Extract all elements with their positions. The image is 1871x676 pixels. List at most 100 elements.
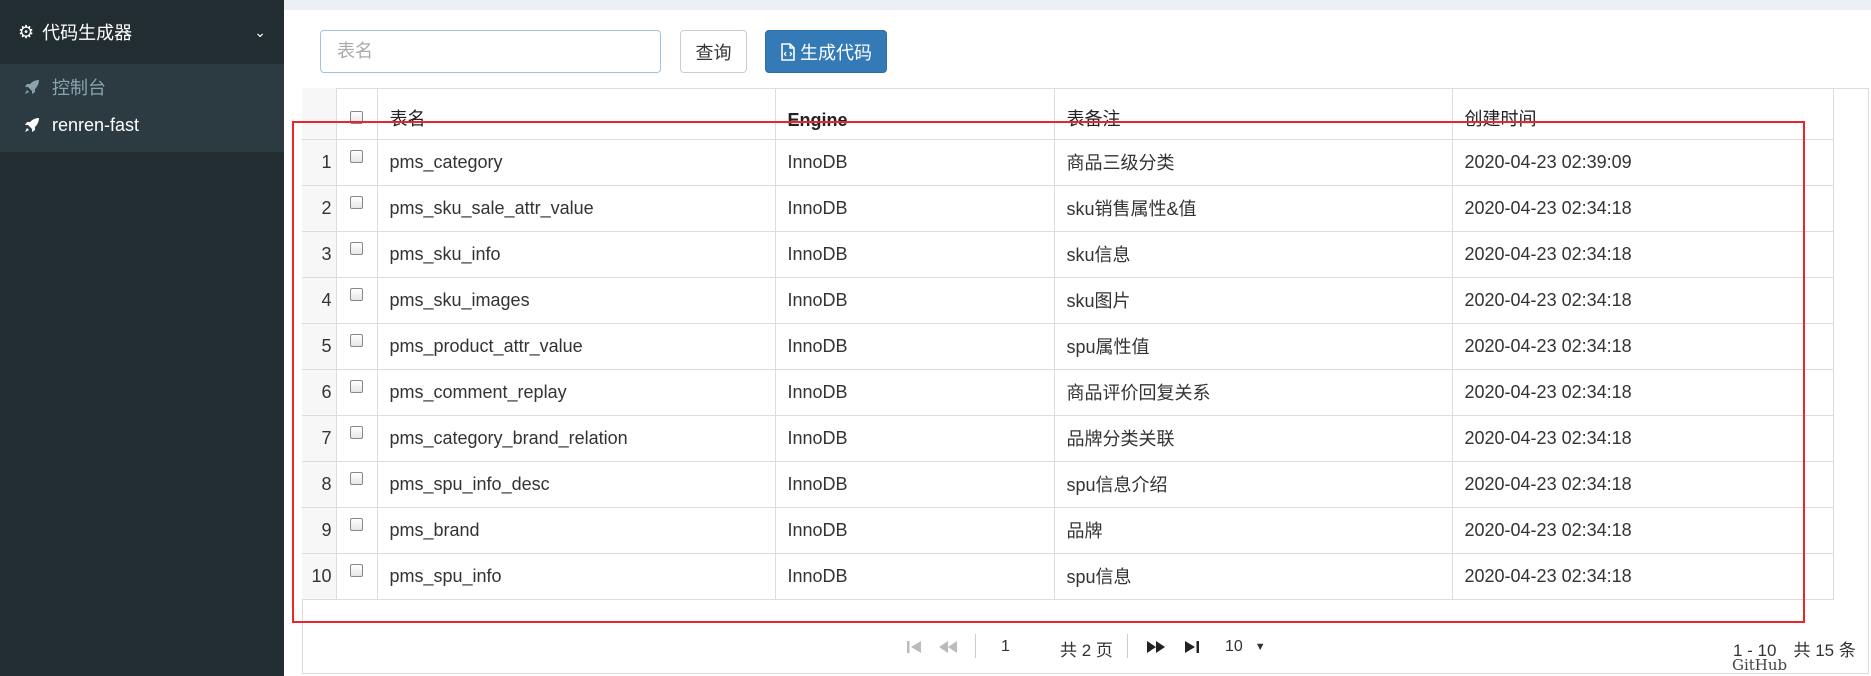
next-page-icon[interactable]: [1145, 636, 1167, 658]
table-row[interactable]: 8 pms_spu_info_desc InnoDB spu信息介绍 2020-…: [302, 461, 1834, 508]
select-all-checkbox[interactable]: [350, 110, 363, 124]
table-row[interactable]: 7 pms_category_brand_relation InnoDB 品牌分…: [302, 415, 1834, 462]
cell-table-name: pms_sku_images: [377, 277, 776, 324]
cell-comment: 品牌: [1054, 507, 1453, 554]
row-number: 8: [302, 461, 337, 508]
cell-comment: 品牌分类关联: [1054, 415, 1453, 462]
tables-grid: 表名 Engine 表备注 创建时间 1 pms_category InnoDB…: [302, 88, 1834, 600]
table-name-search-input[interactable]: [320, 30, 661, 73]
table-row[interactable]: 2 pms_sku_sale_attr_value InnoDB sku销售属性…: [302, 185, 1834, 232]
cell-created: 2020-04-23 02:34:18: [1452, 369, 1834, 416]
cell-table-name: pms_category_brand_relation: [377, 415, 776, 462]
table-row[interactable]: 3 pms_sku_info InnoDB sku信息 2020-04-23 0…: [302, 231, 1834, 278]
row-checkbox[interactable]: [350, 563, 363, 577]
row-checkbox[interactable]: [350, 287, 363, 301]
cell-created: 2020-04-23 02:34:18: [1452, 323, 1834, 370]
cell-engine: InnoDB: [775, 369, 1055, 416]
column-header-created[interactable]: 创建时间: [1452, 88, 1834, 140]
column-header-engine[interactable]: Engine: [775, 88, 1055, 140]
column-header-comment[interactable]: 表备注: [1054, 88, 1453, 140]
file-code-icon: [781, 42, 795, 61]
caret-down-icon: ▼: [1254, 641, 1266, 653]
cell-created: 2020-04-23 02:34:18: [1452, 461, 1834, 508]
row-number: 6: [302, 369, 337, 416]
row-checkbox[interactable]: [350, 471, 363, 485]
query-button-label: 查询: [695, 42, 732, 63]
cell-created: 2020-04-23 02:34:18: [1452, 507, 1834, 554]
generate-code-label: 生成代码: [800, 42, 872, 63]
watermark-text: GitHub NiceSeason: [1732, 656, 1822, 676]
query-button[interactable]: 查询: [680, 30, 747, 73]
chevron-down-icon[interactable]: ⌄: [254, 24, 266, 41]
page-number-input[interactable]: [993, 633, 1053, 661]
cell-engine: InnoDB: [775, 185, 1055, 232]
cell-engine: InnoDB: [775, 323, 1055, 370]
cell-comment: spu信息: [1054, 553, 1453, 600]
row-number: 2: [302, 185, 337, 232]
row-checkbox[interactable]: [350, 333, 363, 347]
sidebar-menu-code-generator[interactable]: ⚙ 代码生成器 ⌄: [0, 0, 284, 64]
row-number-header: [302, 88, 337, 140]
table-row[interactable]: 5 pms_product_attr_value InnoDB spu属性值 2…: [302, 323, 1834, 370]
row-number: 3: [302, 231, 337, 278]
cell-table-name: pms_spu_info_desc: [377, 461, 776, 508]
cell-engine: InnoDB: [775, 415, 1055, 462]
total-pages-label: 共 2 页: [1060, 641, 1113, 660]
row-number: 7: [302, 415, 337, 462]
column-header-table-name[interactable]: 表名: [377, 88, 776, 140]
cell-created: 2020-04-23 02:34:18: [1452, 553, 1834, 600]
cell-comment: 商品三级分类: [1054, 139, 1453, 186]
cell-engine: InnoDB: [775, 553, 1055, 600]
rocket-icon: [25, 80, 39, 94]
cell-table-name: pms_spu_info: [377, 553, 776, 600]
cell-table-name: pms_sku_sale_attr_value: [377, 185, 776, 232]
cell-created: 2020-04-23 02:39:09: [1452, 139, 1834, 186]
sidebar-item-label: renren-fast: [52, 114, 140, 135]
table-row[interactable]: 10 pms_spu_info InnoDB spu信息 2020-04-23 …: [302, 553, 1834, 600]
pager-separator: [1127, 634, 1128, 658]
cell-created: 2020-04-23 02:34:18: [1452, 415, 1834, 462]
row-checkbox[interactable]: [350, 241, 363, 255]
table-row[interactable]: 6 pms_comment_replay InnoDB 商品评价回复关系 202…: [302, 369, 1834, 416]
row-checkbox[interactable]: [350, 425, 363, 439]
last-page-icon[interactable]: [1181, 636, 1203, 658]
row-checkbox[interactable]: [350, 379, 363, 393]
cell-comment: 商品评价回复关系: [1054, 369, 1453, 416]
cell-engine: InnoDB: [775, 231, 1055, 278]
generate-code-button[interactable]: 生成代码: [765, 30, 887, 73]
row-checkbox[interactable]: [350, 149, 363, 163]
row-checkbox[interactable]: [350, 195, 363, 209]
cell-table-name: pms_brand: [377, 507, 776, 554]
sidebar: ⚙ 代码生成器 ⌄ 控制台 renren-fast: [0, 0, 284, 676]
first-page-icon[interactable]: [903, 636, 925, 658]
sidebar-item-console[interactable]: 控制台: [0, 68, 284, 106]
cell-table-name: pms_product_attr_value: [377, 323, 776, 370]
cell-comment: sku销售属性&值: [1054, 185, 1453, 232]
table-row[interactable]: 4 pms_sku_images InnoDB sku图片 2020-04-23…: [302, 277, 1834, 324]
sidebar-item-renren-fast[interactable]: renren-fast: [0, 106, 284, 144]
row-number: 5: [302, 323, 337, 370]
cell-comment: sku信息: [1054, 231, 1453, 278]
cell-comment: spu信息介绍: [1054, 461, 1453, 508]
previous-page-icon[interactable]: [937, 636, 959, 658]
page-size-value: 10: [1225, 638, 1243, 655]
page-size-select[interactable]: 10 ▼: [1217, 633, 1273, 661]
cell-created: 2020-04-23 02:34:18: [1452, 231, 1834, 278]
select-all-cell: [336, 88, 378, 140]
table-row[interactable]: 9 pms_brand InnoDB 品牌 2020-04-23 02:34:1…: [302, 507, 1834, 554]
table-row[interactable]: 1 pms_category InnoDB 商品三级分类 2020-04-23 …: [302, 139, 1834, 186]
sidebar-header-label: 代码生成器: [42, 23, 133, 43]
cell-engine: InnoDB: [775, 461, 1055, 508]
top-strip: [284, 0, 1871, 10]
cell-table-name: pms_category: [377, 139, 776, 186]
table-header-row: 表名 Engine 表备注 创建时间: [302, 88, 1834, 140]
row-checkbox[interactable]: [350, 517, 363, 531]
sidebar-submenu: 控制台 renren-fast: [0, 64, 284, 152]
row-number: 9: [302, 507, 337, 554]
pager-separator: [975, 634, 976, 658]
cell-engine: InnoDB: [775, 139, 1055, 186]
row-number: 1: [302, 139, 337, 186]
cell-created: 2020-04-23 02:34:18: [1452, 277, 1834, 324]
cell-comment: sku图片: [1054, 277, 1453, 324]
cell-engine: InnoDB: [775, 277, 1055, 324]
